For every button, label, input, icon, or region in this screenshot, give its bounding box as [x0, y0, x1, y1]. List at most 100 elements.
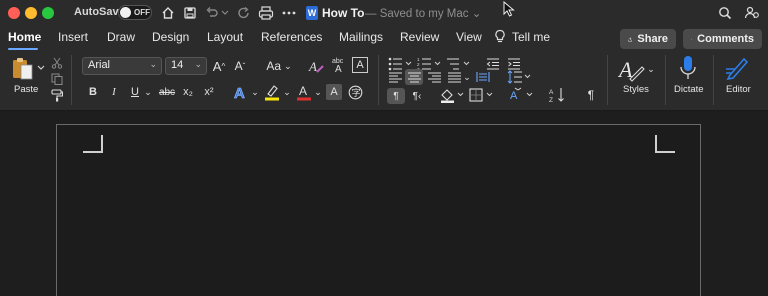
tab-home[interactable]: Home [8, 30, 41, 44]
shading-icon[interactable] [439, 86, 467, 104]
show-formatting-marks-icon[interactable]: ¶ [583, 86, 599, 104]
document-page[interactable] [56, 124, 701, 296]
change-case-button[interactable]: Aa ⌄ [264, 57, 294, 75]
chevron-down-icon[interactable]: ⌄ [250, 83, 260, 101]
tell-me-search[interactable]: Tell me [512, 30, 550, 44]
highlight-color-icon[interactable] [263, 82, 281, 102]
microphone-icon[interactable] [676, 54, 700, 82]
home-icon[interactable] [159, 4, 177, 22]
paste-icon[interactable] [10, 55, 36, 83]
chevron-down-icon[interactable]: ⌄ [282, 83, 292, 101]
sort-icon[interactable]: AZ [548, 86, 568, 104]
ribbon-separator [665, 55, 666, 105]
tab-layout[interactable]: Layout [207, 30, 243, 44]
distributed-align-icon[interactable] [475, 69, 491, 85]
copy-icon[interactable] [50, 72, 64, 86]
chevron-down-icon[interactable]: ⌄ [462, 69, 472, 85]
print-icon[interactable] [257, 4, 275, 22]
tab-review[interactable]: Review [400, 30, 439, 44]
underline-dropdown-icon[interactable]: ⌄ [143, 83, 153, 101]
comments-label: Comments [697, 33, 754, 45]
redo-icon[interactable] [235, 4, 253, 22]
font-size-value: 14 [171, 59, 184, 71]
active-tab-indicator [8, 48, 38, 50]
account-icon[interactable] [743, 4, 761, 22]
align-left-icon[interactable] [387, 69, 403, 85]
character-border-icon[interactable]: A [352, 57, 368, 73]
svg-text:A: A [234, 85, 245, 100]
underline-button[interactable]: U [128, 83, 142, 101]
tab-mailings[interactable]: Mailings [339, 30, 383, 44]
document-title[interactable]: How To [322, 6, 364, 20]
borders-icon[interactable] [468, 86, 496, 104]
save-icon[interactable] [181, 4, 199, 22]
strikethrough-button[interactable]: abc [157, 83, 177, 101]
tab-draw[interactable]: Draw [107, 30, 135, 44]
ltr-text-direction-icon[interactable]: ¶ [387, 88, 405, 104]
increase-font-size-icon[interactable]: A ^ [211, 57, 227, 75]
align-right-icon[interactable] [426, 69, 442, 85]
enclose-characters-icon[interactable]: 字 [347, 83, 363, 101]
svg-text:A: A [299, 84, 307, 98]
italic-button[interactable]: I [107, 83, 121, 101]
clear-formatting-icon[interactable]: A [307, 57, 325, 75]
ribbon-separator [71, 55, 72, 105]
bold-button[interactable]: B [86, 83, 100, 101]
highlight-swatch [265, 97, 279, 101]
change-case-label: Aa [266, 59, 282, 73]
svg-text:Z: Z [549, 97, 553, 103]
rtl-text-direction-icon[interactable]: ¶‹ [408, 88, 426, 104]
chevron-down-icon[interactable]: ⌄ [313, 83, 323, 101]
decrease-font-size-icon[interactable]: Aˇ [232, 57, 248, 75]
search-icon[interactable] [716, 4, 734, 22]
tab-references[interactable]: References [261, 30, 322, 44]
font-name-dropdown[interactable]: Arial ⌄ [82, 57, 162, 75]
asian-layout-icon[interactable]: A [508, 86, 536, 104]
undo-icon[interactable] [203, 4, 221, 22]
tab-design[interactable]: Design [152, 30, 189, 44]
text-effects-icon[interactable]: A [232, 82, 250, 102]
styles-dropdown-icon[interactable]: ⌄ [646, 63, 656, 75]
justify-icon[interactable] [446, 69, 462, 85]
ribbon-separator [378, 55, 379, 105]
phonetic-guide-icon[interactable]: abc A [330, 56, 350, 74]
character-shading-icon[interactable]: A [326, 84, 342, 100]
autosave-state: OFF [134, 8, 150, 17]
svg-text:A: A [335, 64, 342, 74]
comments-button[interactable]: Comments [683, 29, 762, 49]
ribbon-tab-bar: Home Insert Draw Design Layout Reference… [0, 26, 768, 51]
editor-label: Editor [726, 84, 751, 95]
comment-icon [691, 38, 693, 40]
font-name-value: Arial [88, 59, 111, 71]
ribbon-separator [713, 55, 714, 105]
format-painter-icon[interactable] [50, 88, 64, 102]
more-options-icon[interactable] [280, 4, 298, 22]
document-canvas [0, 111, 768, 296]
autosave-toggle[interactable]: OFF [118, 5, 152, 20]
lightbulb-icon [494, 29, 506, 47]
chevron-down-icon: ⌄ [194, 59, 202, 69]
maximize-window-button[interactable] [42, 7, 54, 19]
close-window-button[interactable] [8, 7, 20, 19]
share-icon [628, 36, 633, 42]
undo-dropdown-icon[interactable] [220, 4, 230, 22]
tab-insert[interactable]: Insert [58, 30, 88, 44]
font-color-icon[interactable]: A [295, 82, 313, 102]
font-size-dropdown[interactable]: 14 ⌄ [165, 57, 207, 75]
align-center-icon[interactable] [405, 69, 423, 85]
minimize-window-button[interactable] [25, 7, 37, 19]
share-button[interactable]: Share [620, 29, 676, 49]
paste-dropdown-icon[interactable] [36, 63, 46, 73]
editor-icon[interactable] [723, 54, 751, 82]
tab-view[interactable]: View [456, 30, 482, 44]
styles-label: Styles [623, 84, 649, 95]
svg-text:字: 字 [351, 87, 360, 98]
title-bar: AutoSave OFF W How To — Saved to my Mac … [0, 0, 768, 26]
superscript-button[interactable]: x² [201, 83, 217, 101]
subscript-button[interactable]: x₂ [180, 83, 196, 101]
styles-icon[interactable]: A [618, 55, 646, 83]
line-spacing-icon[interactable] [506, 69, 532, 85]
document-save-status[interactable]: — Saved to my Mac ⌄ [365, 6, 481, 20]
ribbon-separator [607, 55, 608, 105]
cut-icon[interactable] [50, 56, 64, 70]
